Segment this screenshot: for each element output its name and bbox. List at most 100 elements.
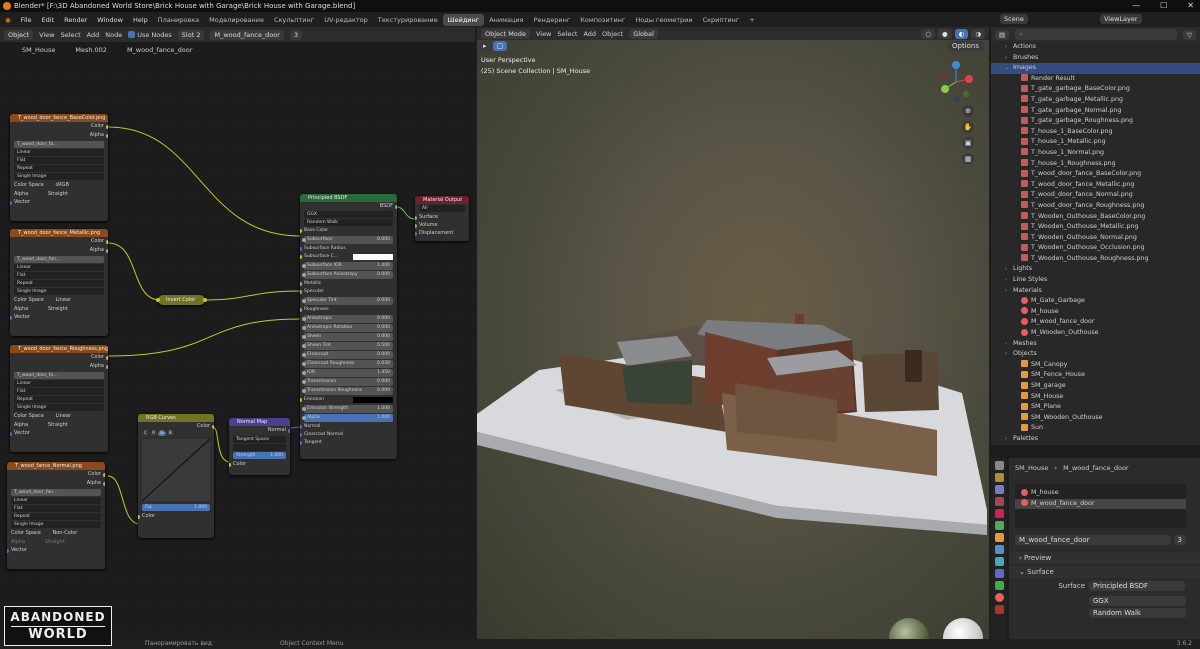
outliner-item[interactable]: T_house_1_Roughness.png bbox=[991, 159, 1200, 170]
outliner-item[interactable]: › Palettes bbox=[991, 434, 1200, 445]
bsdf-input-row[interactable]: Specular Tint 0.000 bbox=[302, 297, 393, 305]
outliner-item[interactable]: SM_Wooden_Outhouse bbox=[991, 413, 1200, 424]
expand-arrow-icon[interactable]: › bbox=[1005, 349, 1013, 360]
menu-render[interactable]: Render bbox=[59, 16, 92, 24]
strength-slider[interactable]: Strength 1.000 bbox=[233, 452, 286, 459]
color-space-row[interactable]: Color Space sRGB bbox=[10, 181, 108, 190]
menu-view[interactable]: View bbox=[536, 30, 551, 38]
extension-dropdown[interactable]: Repeat bbox=[14, 280, 104, 287]
target-dropdown[interactable]: All bbox=[419, 205, 465, 212]
extension-dropdown[interactable]: Repeat bbox=[14, 396, 104, 403]
channel-c-tab[interactable]: C bbox=[142, 431, 150, 436]
material-slot-item[interactable]: M_house bbox=[1015, 488, 1186, 499]
extension-dropdown[interactable]: Repeat bbox=[11, 513, 101, 520]
menu-edit[interactable]: Edit bbox=[37, 16, 60, 24]
outliner-item[interactable]: M_house bbox=[991, 307, 1200, 318]
bsdf-input-row[interactable]: Roughness bbox=[300, 306, 397, 314]
bsdf-input-row[interactable]: Anisotropic 0.000 bbox=[302, 315, 393, 323]
outliner-item[interactable]: T_gate_garbage_Normal.png bbox=[991, 106, 1200, 117]
outliner-item[interactable]: › Brushes bbox=[991, 53, 1200, 64]
extension-dropdown[interactable]: Repeat bbox=[14, 165, 104, 172]
normal-map-node[interactable]: Normal Map Normal Tangent Space Strength… bbox=[229, 418, 290, 475]
source-dropdown[interactable]: Single Image bbox=[14, 404, 104, 411]
outliner-item[interactable]: T_wood_door_fance_BaseColor.png bbox=[991, 169, 1200, 180]
outliner-item[interactable]: T_Wooden_Outhouse_Normal.png bbox=[991, 233, 1200, 244]
outliner-item[interactable]: T_Wooden_Outhouse_Occlusion.png bbox=[991, 243, 1200, 254]
subsurface-method-dropdown[interactable]: Random Walk bbox=[304, 219, 393, 226]
menu-object[interactable]: Object bbox=[602, 30, 623, 38]
outliner-search-input[interactable]: ⌕ bbox=[1015, 29, 1177, 40]
space-dropdown[interactable]: Tangent Space bbox=[233, 436, 286, 443]
transform-orientation-dropdown[interactable]: Global bbox=[629, 28, 658, 39]
solid-shading-icon[interactable]: ● bbox=[937, 28, 952, 39]
projection-dropdown[interactable]: Flat bbox=[14, 157, 104, 164]
material-name-field[interactable]: M_wood_fance_door bbox=[1015, 535, 1171, 545]
outliner-item[interactable]: T_wood_door_fance_Roughness.png bbox=[991, 201, 1200, 212]
image-selector[interactable]: T_wood_door_fan... bbox=[11, 489, 101, 496]
menu-window[interactable]: Window bbox=[92, 16, 128, 24]
uv-map-field[interactable] bbox=[233, 444, 286, 451]
bsdf-input-row[interactable]: Normal bbox=[300, 423, 397, 431]
channel-g-tab[interactable]: G bbox=[158, 431, 166, 436]
menu-add[interactable]: Add bbox=[583, 30, 596, 38]
3d-viewport[interactable]: ▸ ▢ Options User Perspective (25) Scene … bbox=[477, 40, 989, 639]
bsdf-input-row[interactable]: Transmission 0.000 bbox=[302, 378, 393, 386]
scene-selector[interactable]: Scene bbox=[1000, 14, 1028, 24]
bsdf-input-row[interactable]: Clearcoat Roughness 0.030 bbox=[302, 360, 393, 368]
outliner-item[interactable]: T_house_1_Metallic.png bbox=[991, 137, 1200, 148]
bsdf-input-row[interactable]: Subsurface IOR 1.400 bbox=[302, 262, 393, 270]
image-selector[interactable]: T_wood_door_fa... bbox=[14, 141, 104, 148]
bsdf-input-row[interactable]: Subsurface 0.000 bbox=[302, 236, 393, 244]
outliner-item[interactable]: T_wood_door_fance_Normal.png bbox=[991, 190, 1200, 201]
viewlayer-selector[interactable]: ViewLayer bbox=[1100, 14, 1142, 24]
image-selector[interactable]: T_wood_door_fa... bbox=[14, 372, 104, 379]
bsdf-input-row[interactable]: Emission bbox=[300, 396, 397, 404]
workspace-tab-shading[interactable]: Шейдинг bbox=[442, 13, 485, 26]
bsdf-input-row[interactable]: Emission Strength 1.000 bbox=[302, 405, 393, 413]
workspace-tab-texture[interactable]: Текстурирование bbox=[373, 14, 443, 26]
surface-panel-header[interactable]: ⌄ Surface bbox=[1009, 566, 1200, 578]
projection-dropdown[interactable]: Flat bbox=[14, 272, 104, 279]
color-space-row[interactable]: Color Space Linear bbox=[10, 296, 108, 305]
filter-icon[interactable]: ▽ bbox=[1183, 29, 1196, 40]
output-tab-icon[interactable] bbox=[994, 485, 1004, 494]
wireframe-shading-icon[interactable]: ○ bbox=[921, 28, 935, 39]
texture-tab-icon[interactable] bbox=[994, 605, 1004, 614]
image-texture-node-metallic[interactable]: T_wood_door_fance_Metallic.png Color Alp… bbox=[10, 229, 108, 336]
bsdf-input-row[interactable]: Clearcoat 0.000 bbox=[302, 351, 393, 359]
rgb-curves-node[interactable]: RGB Curves Color C R G B Fac 1.000 Color bbox=[138, 414, 214, 538]
bsdf-input-row[interactable]: Transmission Roughness 0.000 bbox=[302, 387, 393, 395]
object-mode-dropdown[interactable]: Object Mode bbox=[481, 28, 530, 39]
color-space-row[interactable]: Color Space Linear bbox=[10, 412, 108, 421]
expand-arrow-icon[interactable]: › bbox=[1005, 264, 1013, 275]
outliner-item[interactable]: SM_Plane bbox=[991, 402, 1200, 413]
interpolation-dropdown[interactable]: Linear bbox=[14, 380, 104, 387]
outliner-item[interactable]: ⌄ Images bbox=[991, 63, 1200, 74]
material-tab-icon[interactable] bbox=[994, 593, 1004, 602]
curve-graph[interactable] bbox=[141, 438, 211, 502]
distribution-dropdown[interactable]: GGX bbox=[304, 211, 393, 218]
bsdf-input-row[interactable]: Sheen Tint 0.500 bbox=[302, 342, 393, 350]
material-users-count[interactable]: 3 bbox=[1173, 535, 1186, 545]
interpolation-dropdown[interactable]: Linear bbox=[14, 264, 104, 271]
expand-arrow-icon[interactable]: › bbox=[1005, 275, 1013, 286]
expand-arrow-icon[interactable]: › bbox=[1005, 434, 1013, 445]
expand-arrow-icon[interactable]: ⌄ bbox=[1005, 63, 1013, 74]
world-tab-icon[interactable] bbox=[994, 521, 1004, 530]
rendered-shading-icon[interactable]: ◑ bbox=[971, 28, 985, 39]
outliner-item[interactable]: T_gate_garbage_Metallic.png bbox=[991, 95, 1200, 106]
menu-help[interactable]: Help bbox=[128, 16, 153, 24]
preview-panel-header[interactable]: › Preview bbox=[1009, 552, 1200, 564]
modifiers-tab-icon[interactable] bbox=[994, 545, 1004, 554]
menu-select[interactable]: Select bbox=[557, 30, 577, 38]
channel-r-tab[interactable]: R bbox=[150, 431, 158, 436]
maximize-button[interactable]: ☐ bbox=[1160, 0, 1167, 12]
alpha-mode-row[interactable]: Alpha Straight bbox=[7, 538, 105, 546]
material-slot-list[interactable]: M_house M_wood_fance_door bbox=[1015, 484, 1186, 528]
outliner-item[interactable]: Render Result bbox=[991, 74, 1200, 85]
render-tab-icon[interactable] bbox=[994, 473, 1004, 482]
outliner-panel[interactable]: ▤ ⌕ ▽ › Actions › Brushes ⌄ Images Render Resu… bbox=[991, 27, 1200, 445]
mesh-data-tab-icon[interactable] bbox=[994, 581, 1004, 590]
tool-tab-icon[interactable] bbox=[994, 461, 1004, 470]
workspace-tab-modeling[interactable]: Моделирование bbox=[204, 14, 269, 26]
